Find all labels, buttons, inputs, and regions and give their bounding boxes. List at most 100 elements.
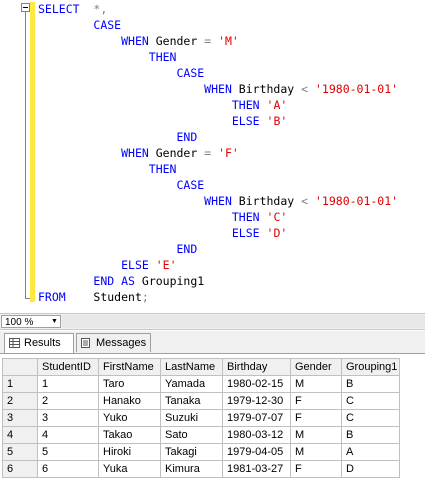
grid-cell[interactable]: 1981-03-27 (222, 460, 291, 478)
table-row[interactable]: 3 3 Yuko Suzuki 1979-07-07 F C (2, 409, 400, 427)
code-token: CASE (176, 66, 205, 80)
column-header[interactable]: StudentID (37, 358, 99, 376)
column-header[interactable]: Gender (290, 358, 342, 376)
code-line[interactable]: CASE (38, 17, 121, 33)
grid-cell[interactable]: A (341, 443, 400, 461)
code-line[interactable]: END (38, 241, 197, 257)
code-token: 'F' (218, 146, 239, 160)
code-line[interactable]: CASE (38, 177, 204, 193)
code-line[interactable]: SELECT *, (38, 1, 107, 17)
row-number[interactable]: 1 (2, 375, 38, 393)
grid-cell[interactable]: Takao (98, 426, 161, 444)
grid-cell[interactable]: C (341, 409, 400, 427)
grid-cell[interactable]: Yuka (98, 460, 161, 478)
code-line[interactable]: ELSE 'E' (38, 257, 177, 273)
grid-cell[interactable]: 2 (37, 392, 99, 410)
grid-cell[interactable]: B (341, 426, 400, 444)
code-token: Grouping1 (134, 274, 205, 288)
grid-cell[interactable]: Taro (98, 375, 161, 393)
sql-editor[interactable]: SELECT *, CASE WHEN Gender = 'M' THEN CA… (0, 0, 425, 313)
code-token: END (176, 242, 198, 256)
grid-cell[interactable]: Hiroki (98, 443, 161, 461)
grid-cell[interactable]: 1 (37, 375, 99, 393)
code-line[interactable]: WHEN Gender = 'M' (38, 33, 239, 49)
grid-cell[interactable]: B (341, 375, 400, 393)
grid-cell[interactable]: Hanako (98, 392, 161, 410)
dropdown-arrow-icon[interactable]: ▼ (50, 317, 59, 326)
grid-cell[interactable]: D (341, 460, 400, 478)
code-line[interactable]: WHEN Birthday < '1980-01-01' (38, 193, 398, 209)
grid-cell[interactable]: C (341, 392, 400, 410)
grid-body: 1 1 Taro Yamada 1980-02-15 M B 2 2 Hanako Tanaka 19… (2, 375, 400, 478)
grid-cell[interactable]: M (290, 426, 342, 444)
horizontal-scrollbar[interactable] (62, 315, 425, 328)
grid-cell[interactable]: Takagi (160, 443, 223, 461)
grid-cell[interactable]: M (290, 375, 342, 393)
grid-cell[interactable]: 5 (37, 443, 99, 461)
grid-cell[interactable]: M (290, 443, 342, 461)
code-line[interactable]: ELSE 'B' (38, 113, 287, 129)
code-line[interactable]: THEN 'A' (38, 97, 287, 113)
grid-cell[interactable]: 4 (37, 426, 99, 444)
column-header[interactable]: LastName (160, 358, 223, 376)
grid-cell[interactable]: Sato (160, 426, 223, 444)
results-tabbar: Results Messages (0, 331, 425, 353)
code-token: 'E' (155, 258, 177, 272)
code-line[interactable]: WHEN Birthday < '1980-01-01' (38, 81, 398, 97)
code-line[interactable]: THEN (38, 161, 177, 177)
table-row[interactable]: 6 6 Yuka Kimura 1981-03-27 F D (2, 460, 400, 478)
code-token: END (176, 130, 198, 144)
tab-messages[interactable]: Messages (76, 333, 151, 352)
tab-results[interactable]: Results (4, 333, 74, 353)
table-row[interactable]: 5 5 Hiroki Takagi 1979-04-05 M A (2, 443, 400, 461)
grid-cell[interactable]: 1979-07-07 (222, 409, 291, 427)
collapse-outline-icon[interactable] (21, 3, 30, 12)
row-number[interactable]: 6 (2, 460, 38, 478)
grid-cell[interactable]: F (290, 392, 342, 410)
table-row[interactable]: 4 4 Takao Sato 1980-03-12 M B (2, 426, 400, 444)
grid-cell[interactable]: 1979-04-05 (222, 443, 291, 461)
code-line[interactable]: THEN 'C' (38, 209, 287, 225)
grid-cell[interactable]: 1980-03-12 (222, 426, 291, 444)
column-header[interactable]: Birthday (222, 358, 291, 376)
code-line[interactable]: END (38, 129, 197, 145)
grid-corner[interactable] (2, 358, 38, 376)
code-token: Student (65, 290, 142, 304)
grid-cell[interactable]: 1979-12-30 (222, 392, 291, 410)
grid-cell[interactable]: 3 (37, 409, 99, 427)
row-number[interactable]: 5 (2, 443, 38, 461)
grid-cell[interactable]: 1980-02-15 (222, 375, 291, 393)
column-header[interactable]: Grouping1 (341, 358, 400, 376)
code-token: 'A' (266, 98, 288, 112)
zoom-value: 100 % (5, 317, 34, 328)
grid-cell[interactable]: Tanaka (160, 392, 223, 410)
column-header[interactable]: FirstName (98, 358, 161, 376)
row-number[interactable]: 3 (2, 409, 38, 427)
code-line[interactable]: ELSE 'D' (38, 225, 287, 241)
zoom-select[interactable]: 100 % ▼ (1, 315, 61, 328)
code-line[interactable]: CASE (38, 65, 204, 81)
code-line[interactable]: END AS Grouping1 (38, 273, 204, 289)
code-token: Gender (148, 146, 205, 160)
grid-cell[interactable]: 6 (37, 460, 99, 478)
table-row[interactable]: 2 2 Hanako Tanaka 1979-12-30 F C (2, 392, 400, 410)
grid-cell[interactable]: F (290, 460, 342, 478)
grid-cell[interactable]: Suzuki (160, 409, 223, 427)
row-number[interactable]: 2 (2, 392, 38, 410)
row-number[interactable]: 4 (2, 426, 38, 444)
code-token: THEN (231, 210, 260, 224)
code-line[interactable]: THEN (38, 49, 177, 65)
code-line[interactable]: WHEN Gender = 'F' (38, 145, 239, 161)
results-grid[interactable]: StudentID FirstName LastName Birthday Ge… (0, 353, 425, 497)
grid-cell[interactable]: Kimura (160, 460, 223, 478)
table-row[interactable]: 1 1 Taro Yamada 1980-02-15 M B (2, 375, 400, 393)
grid-cell[interactable]: F (290, 409, 342, 427)
code-line[interactable]: FROM Student; (38, 289, 149, 305)
grid-cell[interactable]: Yamada (160, 375, 223, 393)
grid-cell[interactable]: Yuko (98, 409, 161, 427)
